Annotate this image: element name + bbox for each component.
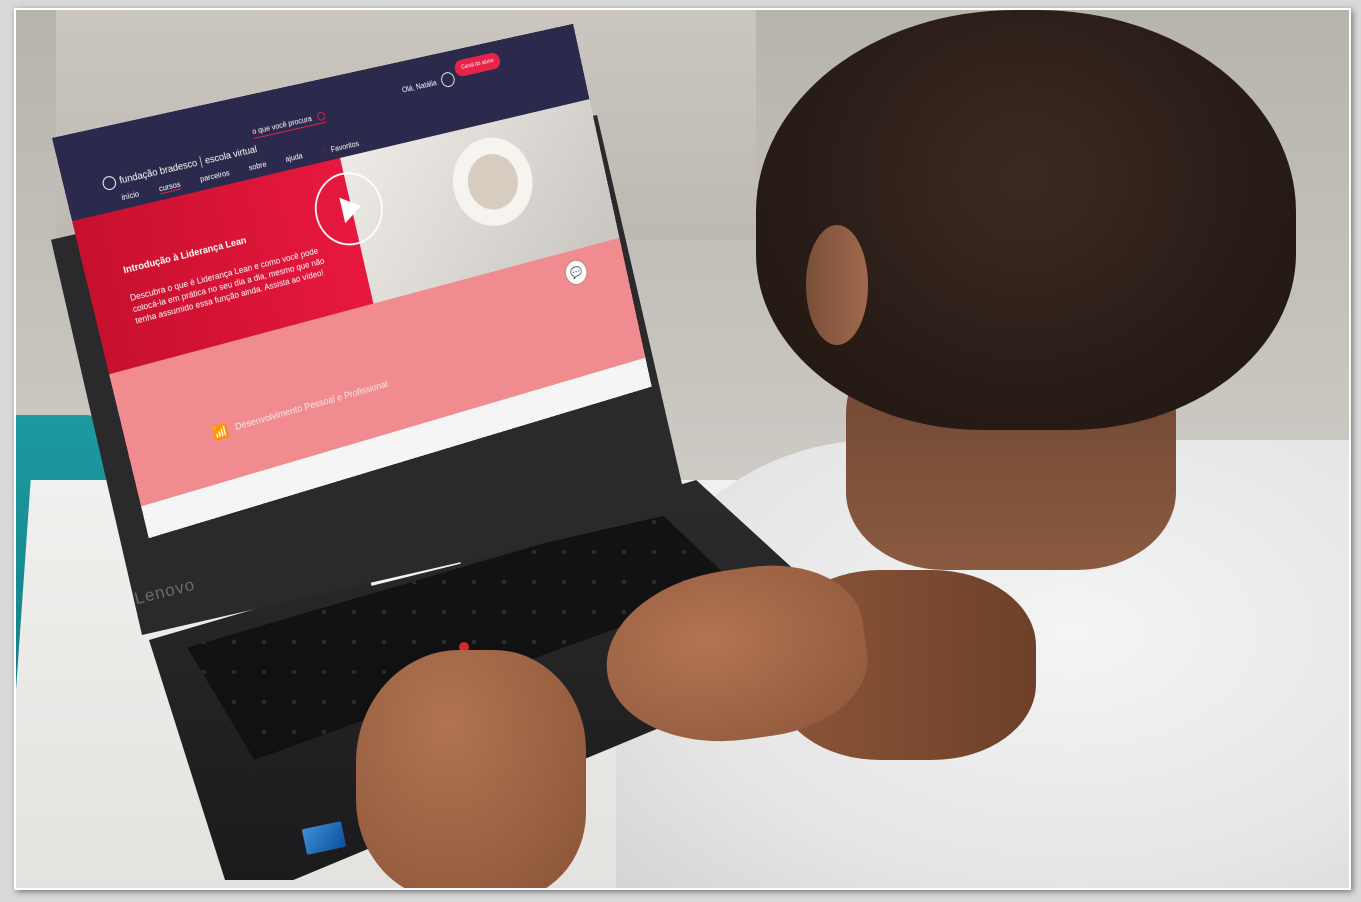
- chat-icon: 💬: [569, 264, 584, 281]
- search-icon: [315, 111, 326, 122]
- photo-frame: DESATIVADOS Lenovo fundação bradesco esc…: [14, 8, 1351, 890]
- person-ear: [806, 225, 868, 345]
- left-hand: [356, 650, 586, 888]
- tree-logo-icon: [101, 174, 118, 192]
- person-head: [756, 10, 1296, 430]
- heart-icon: ♡: [320, 146, 329, 156]
- logo-divider: [199, 156, 203, 168]
- play-icon: [339, 193, 364, 224]
- avatar-icon: [439, 71, 456, 89]
